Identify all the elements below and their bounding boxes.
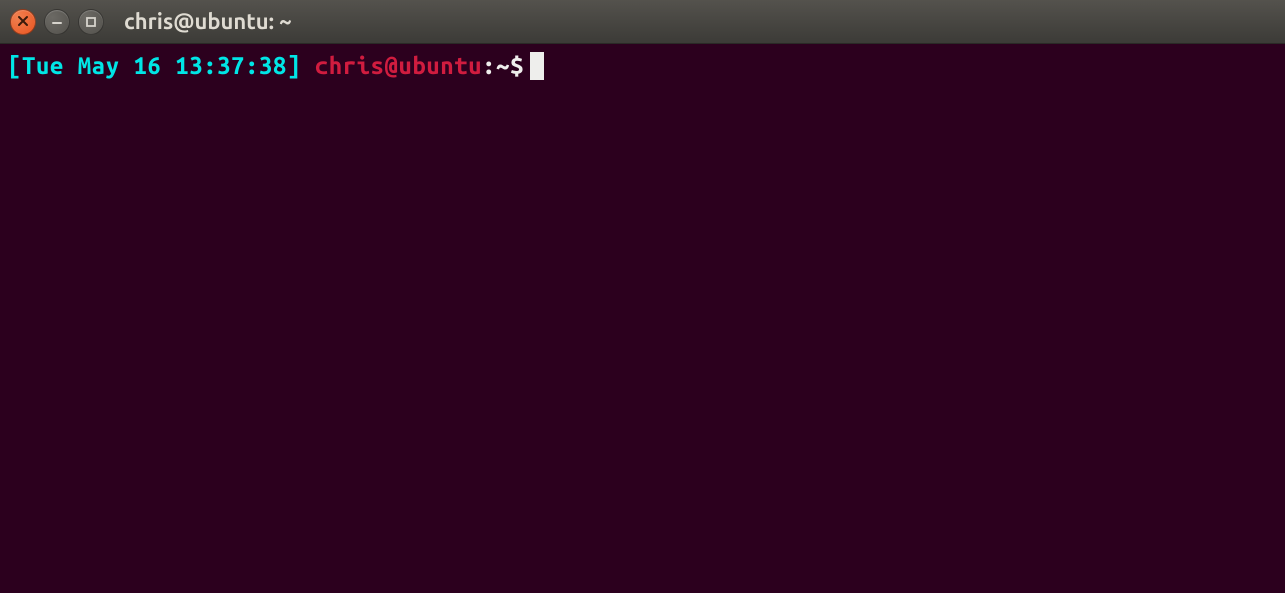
timestamp-open-bracket: [ [8, 50, 22, 81]
close-button[interactable] [10, 9, 36, 35]
separator: : [482, 50, 496, 81]
timestamp-close-bracket: ] [287, 50, 301, 81]
maximize-button[interactable] [78, 9, 104, 35]
timestamp-value: Tue May 16 13:37:38 [22, 50, 287, 81]
close-icon [17, 13, 29, 31]
prompt-line: [Tue May 16 13:37:38] chris@ubuntu:~$ [8, 50, 1277, 81]
titlebar: chris@ubuntu: ~ [0, 0, 1285, 44]
minimize-icon [51, 13, 63, 31]
cursor [530, 52, 544, 80]
minimize-button[interactable] [44, 9, 70, 35]
window-controls [10, 9, 104, 35]
terminal-body[interactable]: [Tue May 16 13:37:38] chris@ubuntu:~$ [0, 44, 1285, 593]
maximize-icon [86, 13, 96, 31]
current-path: ~ [496, 50, 510, 81]
window-title: chris@ubuntu: ~ [124, 9, 292, 34]
prompt-symbol: $ [510, 50, 524, 81]
user-host: chris@ubuntu [315, 50, 482, 81]
